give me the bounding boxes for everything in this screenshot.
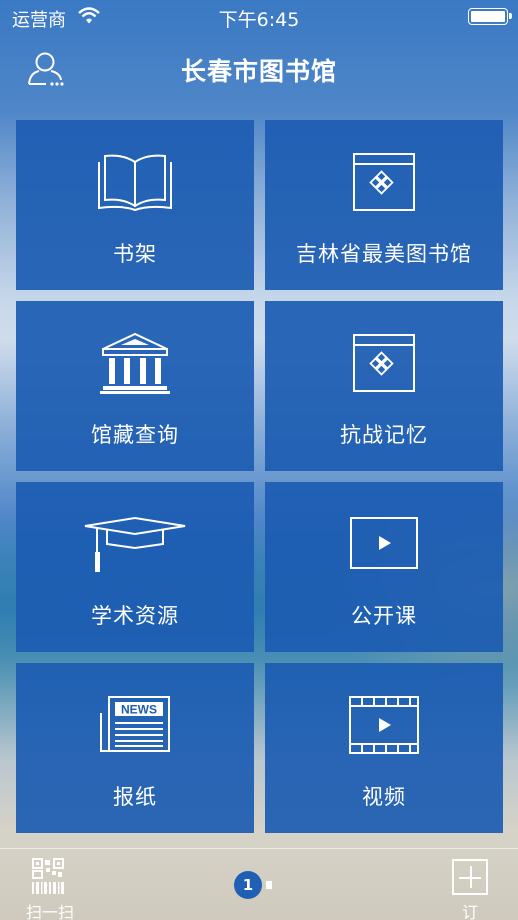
- page-indicator[interactable]: 1: [234, 871, 262, 899]
- play-screen-icon: [350, 517, 418, 569]
- tile-academic-resources[interactable]: 学术资源: [16, 482, 254, 652]
- newspaper-text: NEWS: [121, 703, 157, 717]
- page-title: 长春市图书馆: [180, 57, 337, 86]
- tile-label: 抗战记忆: [340, 423, 428, 447]
- library-building-icon: [100, 332, 170, 394]
- tile-open-course[interactable]: 公开课: [265, 482, 503, 652]
- tile-label: 吉林省最美图书馆: [296, 242, 472, 266]
- qr-barcode-icon: [32, 858, 64, 894]
- plus-icon: [452, 859, 488, 895]
- tile-war-memory[interactable]: 抗战记忆: [265, 301, 503, 471]
- tile-label: 书架: [113, 242, 157, 266]
- tile-jilin-library[interactable]: 吉林省最美图书馆: [265, 120, 503, 290]
- tile-label: 报纸: [113, 785, 157, 809]
- graduation-cap-icon: [84, 516, 186, 572]
- window-diamond-icon: [353, 334, 415, 392]
- battery-icon: [468, 8, 512, 25]
- film-play-icon: [349, 696, 419, 754]
- status-bar: 运营商 下午6:45: [0, 0, 518, 36]
- tab-bar: 扫一扫 1 订阅: [0, 848, 518, 920]
- subscribe-label: 订阅: [461, 903, 492, 920]
- page-indicator-next[interactable]: [266, 881, 272, 889]
- tile-collection-search[interactable]: 馆藏查询: [16, 301, 254, 471]
- tile-label: 学术资源: [91, 604, 179, 628]
- tile-label: 公开课: [351, 604, 417, 628]
- tile-label: 视频: [362, 785, 406, 809]
- scan-label: 扫一扫: [25, 903, 74, 920]
- tile-bookshelf[interactable]: 书架: [16, 120, 254, 290]
- tile-newspaper[interactable]: NEWS 报纸: [16, 663, 254, 833]
- scan-button[interactable]: 扫一扫: [22, 857, 78, 920]
- tile-label: 馆藏查询: [91, 423, 179, 447]
- status-time: 下午6:45: [218, 9, 300, 31]
- tile-video[interactable]: 视频: [265, 663, 503, 833]
- subscribe-button[interactable]: 订阅: [440, 857, 500, 920]
- nav-bar: 长春市图书馆: [0, 36, 518, 106]
- open-book-icon: [98, 154, 172, 212]
- window-diamond-icon: [353, 153, 415, 211]
- newspaper-icon: NEWS: [100, 696, 170, 752]
